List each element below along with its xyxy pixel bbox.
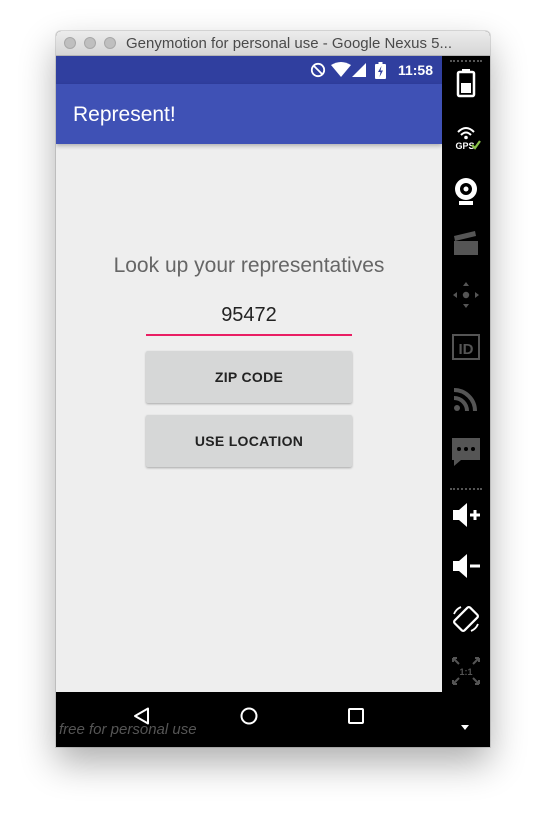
emulator-window: Genymotion for personal use - Google Nex… (56, 31, 490, 747)
do-not-disturb-icon (310, 62, 326, 78)
ratio-label: 1:1 (459, 667, 472, 677)
volume-up-icon[interactable] (451, 500, 481, 530)
wifi-icon (331, 62, 351, 77)
navigation-bar: free for personal use (56, 692, 490, 747)
network-icon[interactable] (451, 384, 481, 414)
use-location-button[interactable]: USE LOCATION (146, 415, 352, 467)
close-window-button[interactable] (64, 37, 76, 49)
genymotion-toolbar: GPS ID 1:1 (442, 56, 490, 692)
device-id-label: ID (459, 341, 474, 358)
pixel-perfect-icon[interactable]: 1:1 (451, 656, 481, 686)
watermark: free for personal use (59, 721, 197, 738)
dpad-icon[interactable] (451, 280, 481, 310)
app-bar: Represent! (56, 84, 442, 144)
gps-icon[interactable]: GPS (451, 122, 481, 152)
recent-apps-icon[interactable] (346, 706, 366, 726)
cell-signal-icon (352, 63, 366, 77)
app-title: Represent! (73, 103, 176, 126)
battery-charging-icon (375, 62, 386, 79)
volume-down-icon[interactable] (451, 551, 481, 581)
toolbar-divider (450, 488, 482, 492)
window-titlebar: Genymotion for personal use - Google Nex… (56, 31, 490, 56)
status-bar: 11:58 (56, 56, 442, 84)
status-time: 11:58 (397, 62, 433, 78)
sms-icon[interactable] (451, 436, 481, 466)
chevron-down-icon[interactable] (461, 725, 469, 731)
webcam-icon[interactable] (451, 176, 481, 206)
screencast-icon[interactable] (451, 228, 481, 258)
device-id-icon[interactable]: ID (451, 332, 481, 362)
minimize-window-button[interactable] (84, 37, 96, 49)
home-icon[interactable] (239, 706, 259, 726)
zip-code-input[interactable] (146, 296, 352, 336)
zoom-window-button[interactable] (104, 37, 116, 49)
rotate-screen-icon[interactable] (451, 604, 481, 634)
window-title: Genymotion for personal use - Google Nex… (126, 35, 453, 52)
battery-icon[interactable] (451, 68, 481, 98)
zip-code-button[interactable]: ZIP CODE (146, 351, 352, 403)
toolbar-divider (450, 60, 482, 64)
device-screen: 11:58 Represent! Look up your representa… (56, 56, 442, 692)
lookup-prompt: Look up your representatives (113, 254, 385, 277)
